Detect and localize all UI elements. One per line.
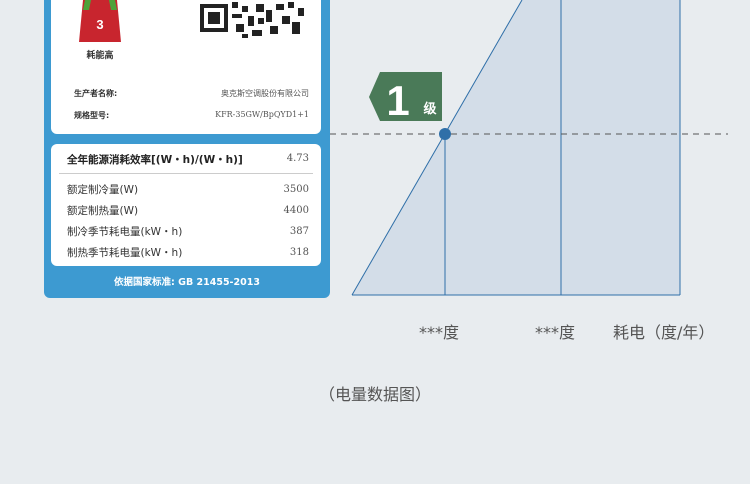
diagram-fill-area [352, 0, 680, 295]
level-badge-icon: 1 级 [369, 72, 442, 124]
axis-label-1: ***度 [419, 323, 460, 342]
level-suffix: 级 [423, 101, 437, 117]
consumption-diagram: 1 级 [330, 0, 728, 296]
axis-label-3: 耗电（度/年） [613, 323, 715, 342]
axis-label-2: ***度 [535, 323, 576, 342]
diagram-caption: （电量数据图） [318, 385, 431, 404]
level-number: 1 [386, 77, 409, 124]
diagram-marker-point [439, 128, 451, 140]
